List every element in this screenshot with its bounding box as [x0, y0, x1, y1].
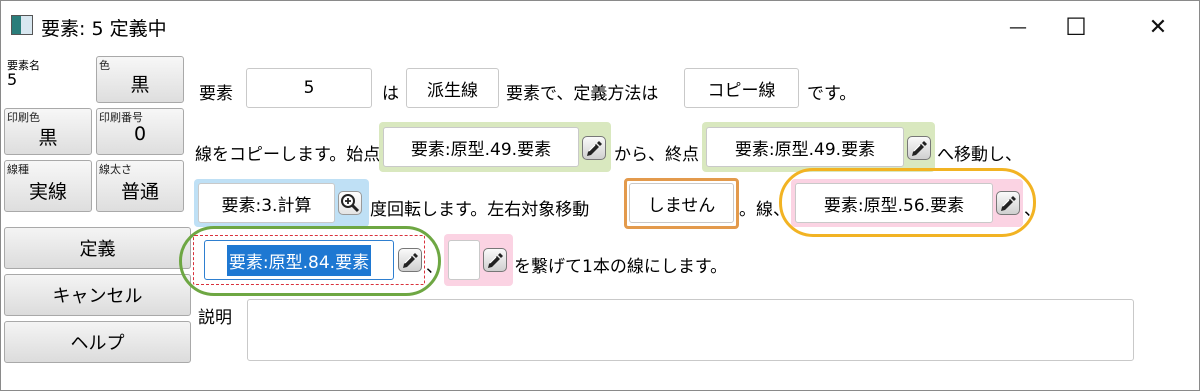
line-width-button[interactable]: 線太さ 普通	[96, 160, 184, 212]
maximize-icon: ☐	[1065, 13, 1087, 41]
line2-field[interactable]: 要素:原型.84.要素	[204, 240, 394, 280]
row1-text-ha: は	[382, 84, 399, 104]
minimize-button[interactable]: —	[989, 1, 1047, 53]
row1-text-desu: です。	[807, 84, 857, 104]
element-name-value: 5	[7, 70, 18, 89]
print-color-button[interactable]: 印刷色 黒	[4, 108, 92, 155]
line1-field[interactable]: 要素:原型.56.要素	[795, 183, 993, 223]
print-color-value: 黒	[38, 127, 58, 149]
start-point-field[interactable]: 要素:原型.49.要素	[383, 127, 579, 167]
window-title: 要素: 5 定義中	[41, 18, 167, 40]
line-width-label: 線太さ	[99, 163, 132, 176]
title-bar: 要素: 5 定義中 — ☐ ✕	[1, 1, 1199, 53]
pencil-icon	[403, 253, 418, 268]
row2-text-copy: 線をコピーします。始点	[195, 145, 381, 165]
row2-text-end: から、終点	[614, 145, 699, 165]
color-button[interactable]: 色 黒	[96, 56, 184, 103]
row3-text-comma: 、	[1024, 200, 1041, 220]
line2-selected-text: 要素:原型.84.要素	[226, 244, 372, 276]
mirror-field[interactable]: しません	[629, 183, 734, 223]
line-type-button[interactable]: 線種 実線	[4, 160, 92, 212]
row4-text-join: を繋げて1本の線にします。	[514, 257, 728, 277]
close-button[interactable]: ✕	[1129, 1, 1187, 53]
print-number-button[interactable]: 印刷番号 0	[96, 108, 184, 155]
row3-text-rotate: 度回転します。左右対象移動	[370, 200, 590, 220]
line-type-value: 実線	[28, 181, 67, 203]
dialog-window: 要素: 5 定義中 — ☐ ✕ 要素名 5 色 黒 印刷色 黒 印刷番号 0 線…	[0, 0, 1200, 391]
cancel-button[interactable]: キャンセル	[4, 274, 191, 316]
end-point-field[interactable]: 要素:原型.49.要素	[706, 127, 904, 167]
zoom-button[interactable]	[338, 191, 362, 215]
color-value: 黒	[130, 74, 150, 96]
app-icon	[11, 15, 33, 35]
element-kind-field[interactable]: 派生線	[406, 68, 499, 108]
define-method-field[interactable]: コピー線	[684, 68, 799, 108]
element-number-field[interactable]: 5	[246, 68, 372, 108]
row1-text-element: 要素	[199, 84, 233, 104]
line1-pick-button[interactable]	[996, 191, 1020, 215]
line3-field[interactable]	[448, 240, 480, 280]
maximize-button[interactable]: ☐	[1047, 1, 1105, 53]
angle-field[interactable]: 要素:3.計算	[198, 183, 335, 223]
pencil-icon	[912, 141, 927, 156]
row2-text-move: へ移動し、	[937, 145, 1022, 165]
element-name-cell: 要素名 5	[4, 57, 92, 103]
start-point-pick-button[interactable]	[582, 136, 606, 160]
end-point-pick-button[interactable]	[907, 136, 931, 160]
minimize-icon: —	[1009, 16, 1027, 38]
description-label: 説明	[198, 308, 232, 328]
row4-text-comma: 、	[426, 257, 443, 277]
line2-pick-button[interactable]	[398, 248, 422, 272]
row1-text-method: 要素で、定義方法は	[506, 84, 659, 104]
magnifier-icon	[341, 194, 360, 213]
line3-pick-button[interactable]	[483, 248, 507, 272]
define-button[interactable]: 定義	[4, 227, 191, 269]
print-number-value: 0	[133, 123, 147, 145]
description-field[interactable]	[247, 299, 1134, 361]
help-button[interactable]: ヘルプ	[4, 321, 191, 363]
line-width-value: 普通	[120, 181, 159, 203]
pencil-icon	[488, 253, 503, 268]
line-type-label: 線種	[7, 163, 29, 176]
pencil-icon	[587, 141, 602, 156]
close-icon: ✕	[1148, 14, 1168, 40]
pencil-icon	[1001, 196, 1016, 211]
